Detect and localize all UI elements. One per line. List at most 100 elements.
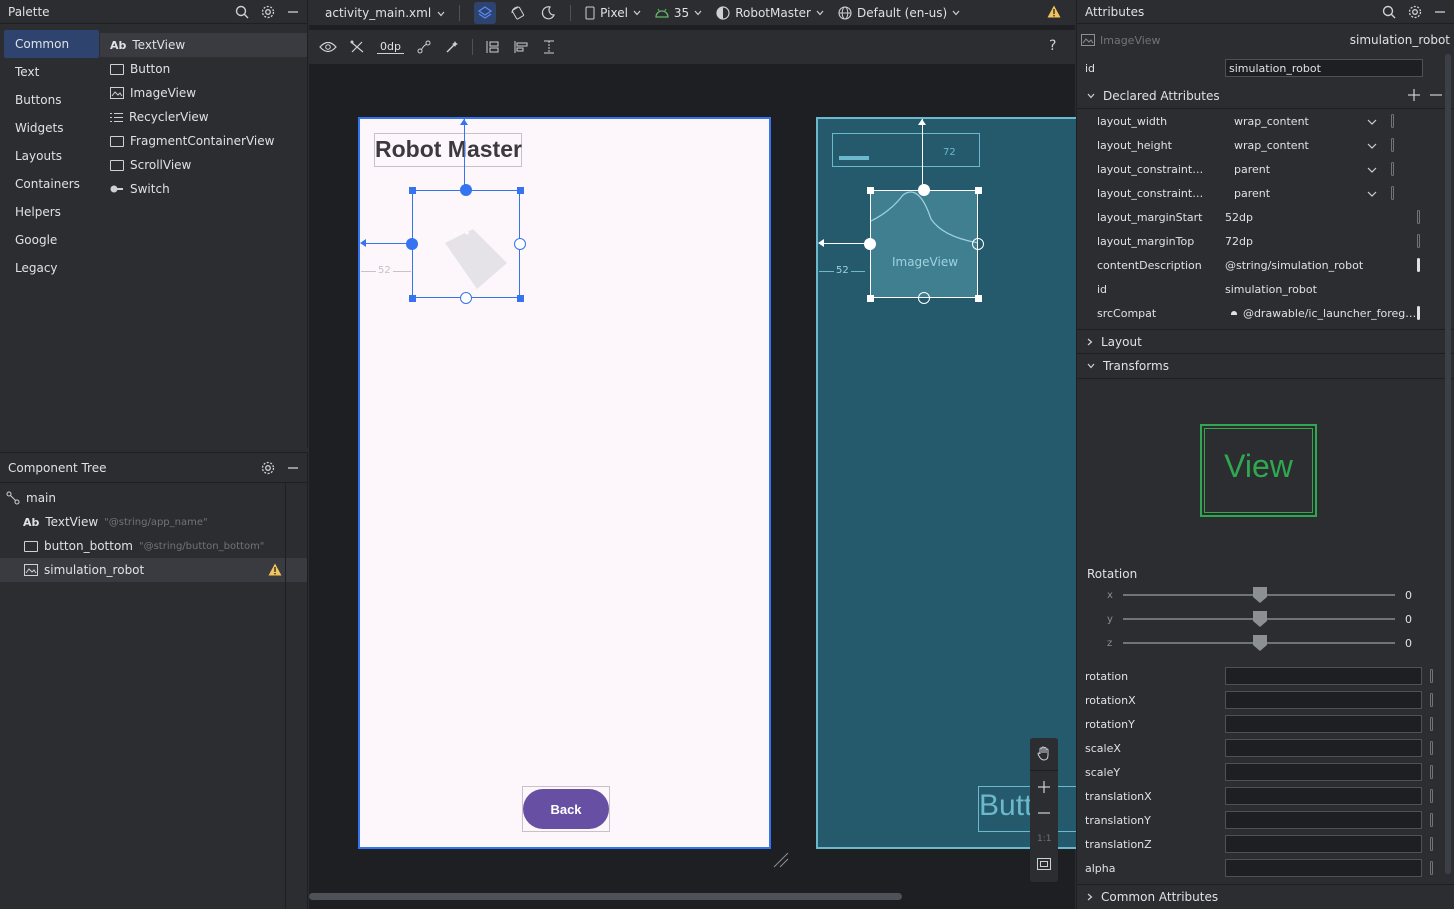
selected-imageview[interactable] xyxy=(412,190,520,298)
file-selector[interactable]: activity_main.xml xyxy=(325,6,445,20)
field-input[interactable] xyxy=(1225,739,1422,757)
align-icon[interactable] xyxy=(513,39,529,55)
zoom-fit-icon[interactable] xyxy=(1037,858,1051,870)
palette-item-button[interactable]: Button xyxy=(100,57,307,81)
locale-selector[interactable]: Default (en-us) xyxy=(838,6,960,20)
resize-handle[interactable] xyxy=(867,187,874,194)
common-attributes-header[interactable]: Common Attributes xyxy=(1077,884,1454,909)
field-input[interactable] xyxy=(1225,787,1422,805)
end-anchor[interactable] xyxy=(514,238,526,250)
attributes-scrollbar[interactable] xyxy=(1445,54,1451,874)
attr-src-compat[interactable]: srcCompat @drawable/ic_launcher_foregro.… xyxy=(1077,301,1454,325)
palette-item-fragmentcontainerview[interactable]: FragmentContainerView xyxy=(100,129,307,153)
rotation-x-slider[interactable]: x 0 xyxy=(1077,586,1454,610)
field-pin[interactable] xyxy=(1430,813,1433,827)
palette-item-switch[interactable]: Switch xyxy=(100,177,307,201)
end-anchor[interactable] xyxy=(972,238,984,250)
field-input[interactable] xyxy=(1225,715,1422,733)
theme-selector[interactable]: RobotMaster xyxy=(716,6,824,20)
attr-margin-top[interactable]: layout_marginTop 72dp xyxy=(1077,229,1454,253)
default-margin-selector[interactable]: 0dp xyxy=(377,40,404,54)
zoom-actual-size[interactable]: 1:1 xyxy=(1037,834,1051,844)
declared-attributes-header[interactable]: Declared Attributes xyxy=(1077,84,1454,109)
field-input[interactable] xyxy=(1225,811,1422,829)
chevron-down-icon[interactable] xyxy=(1367,163,1377,176)
field-pin[interactable] xyxy=(1430,669,1433,683)
layers-icon[interactable] xyxy=(474,1,497,24)
attr-value[interactable]: 72dp xyxy=(1207,235,1417,248)
palette-category-legacy[interactable]: Legacy xyxy=(4,254,99,282)
attr-value[interactable]: @drawable/ic_launcher_foregro... xyxy=(1243,307,1417,320)
attr-pin[interactable] xyxy=(1391,186,1394,200)
attr-pin[interactable] xyxy=(1391,138,1394,152)
top-anchor[interactable] xyxy=(918,184,930,196)
blueprint-button[interactable]: Butt xyxy=(978,786,1078,832)
transforms-section-header[interactable]: Transforms xyxy=(1077,354,1454,379)
palette-category-containers[interactable]: Containers xyxy=(4,170,99,198)
eye-icon[interactable] xyxy=(319,41,337,53)
pan-hand-icon[interactable] xyxy=(1036,745,1052,761)
attr-pin[interactable] xyxy=(1417,234,1420,248)
minimize-icon[interactable] xyxy=(287,6,299,18)
attr-pin[interactable] xyxy=(1417,210,1420,224)
attr-layout-width[interactable]: layout_width wrap_content xyxy=(1077,109,1454,133)
field-pin[interactable] xyxy=(1430,861,1433,875)
attr-value[interactable]: wrap_content xyxy=(1207,139,1367,152)
title-textview[interactable]: Robot Master xyxy=(375,136,522,163)
attr-margin-start[interactable]: layout_marginStart 52dp xyxy=(1077,205,1454,229)
resize-handle[interactable] xyxy=(517,187,524,194)
horizontal-scrollbar[interactable] xyxy=(309,893,902,900)
field-pin[interactable] xyxy=(1430,693,1433,707)
palette-category-text[interactable]: Text xyxy=(4,58,99,86)
chevron-down-icon[interactable] xyxy=(1367,115,1377,128)
palette-category-google[interactable]: Google xyxy=(4,226,99,254)
warning-icon[interactable] xyxy=(1047,5,1061,18)
resize-handle[interactable] xyxy=(975,187,982,194)
tree-item-button-bottom[interactable]: button_bottom "@string/button_bottom" xyxy=(0,534,307,558)
resize-grip-icon[interactable] xyxy=(772,851,790,872)
attr-id[interactable]: id simulation_robot xyxy=(1077,277,1454,301)
zoom-out-icon[interactable] xyxy=(1037,806,1051,820)
infer-constraints-icon[interactable] xyxy=(444,39,460,55)
pack-icon[interactable] xyxy=(485,39,501,55)
slider-thumb[interactable] xyxy=(1253,587,1267,606)
attr-pin[interactable] xyxy=(1391,162,1394,176)
field-pin[interactable] xyxy=(1430,717,1433,731)
gear-icon[interactable] xyxy=(1408,5,1422,19)
field-input[interactable] xyxy=(1225,667,1422,685)
palette-category-layouts[interactable]: Layouts xyxy=(4,142,99,170)
field-input[interactable] xyxy=(1225,859,1422,877)
attr-value[interactable]: 52dp xyxy=(1207,211,1417,224)
field-input[interactable] xyxy=(1225,835,1422,853)
clear-constraints-icon[interactable] xyxy=(416,39,432,55)
resize-handle[interactable] xyxy=(867,295,874,302)
attr-value[interactable]: parent xyxy=(1207,187,1367,200)
palette-item-imageview[interactable]: ImageView xyxy=(100,81,307,105)
remove-attribute-icon[interactable] xyxy=(1430,89,1442,104)
start-anchor[interactable] xyxy=(406,238,418,250)
palette-category-helpers[interactable]: Helpers xyxy=(4,198,99,226)
back-button[interactable]: Back xyxy=(523,789,609,829)
night-mode-icon[interactable] xyxy=(540,5,556,21)
field-pin[interactable] xyxy=(1430,765,1433,779)
design-surface[interactable]: Robot Master 52 Back xyxy=(358,117,771,849)
zoom-in-icon[interactable] xyxy=(1037,780,1051,794)
guidelines-icon[interactable] xyxy=(541,39,557,55)
gear-icon[interactable] xyxy=(261,461,275,475)
field-pin[interactable] xyxy=(1430,837,1433,851)
gear-icon[interactable] xyxy=(261,5,275,19)
attr-value[interactable]: simulation_robot xyxy=(1207,283,1417,296)
attr-layout-height[interactable]: layout_height wrap_content xyxy=(1077,133,1454,157)
search-icon[interactable] xyxy=(1382,5,1396,19)
bottom-anchor[interactable] xyxy=(460,292,472,304)
bottom-anchor[interactable] xyxy=(918,292,930,304)
attr-content-description[interactable]: contentDescription @string/simulation_ro… xyxy=(1077,253,1454,277)
attr-value[interactable]: parent xyxy=(1207,163,1367,176)
field-pin[interactable] xyxy=(1430,741,1433,755)
autoconnect-icon[interactable] xyxy=(349,39,365,55)
palette-item-scrollview[interactable]: ScrollView xyxy=(100,153,307,177)
blueprint-imageview[interactable]: ImageView xyxy=(870,190,978,298)
attr-value[interactable]: @string/simulation_robot xyxy=(1207,259,1417,272)
tree-item-root[interactable]: main xyxy=(0,486,307,510)
top-anchor[interactable] xyxy=(460,184,472,196)
